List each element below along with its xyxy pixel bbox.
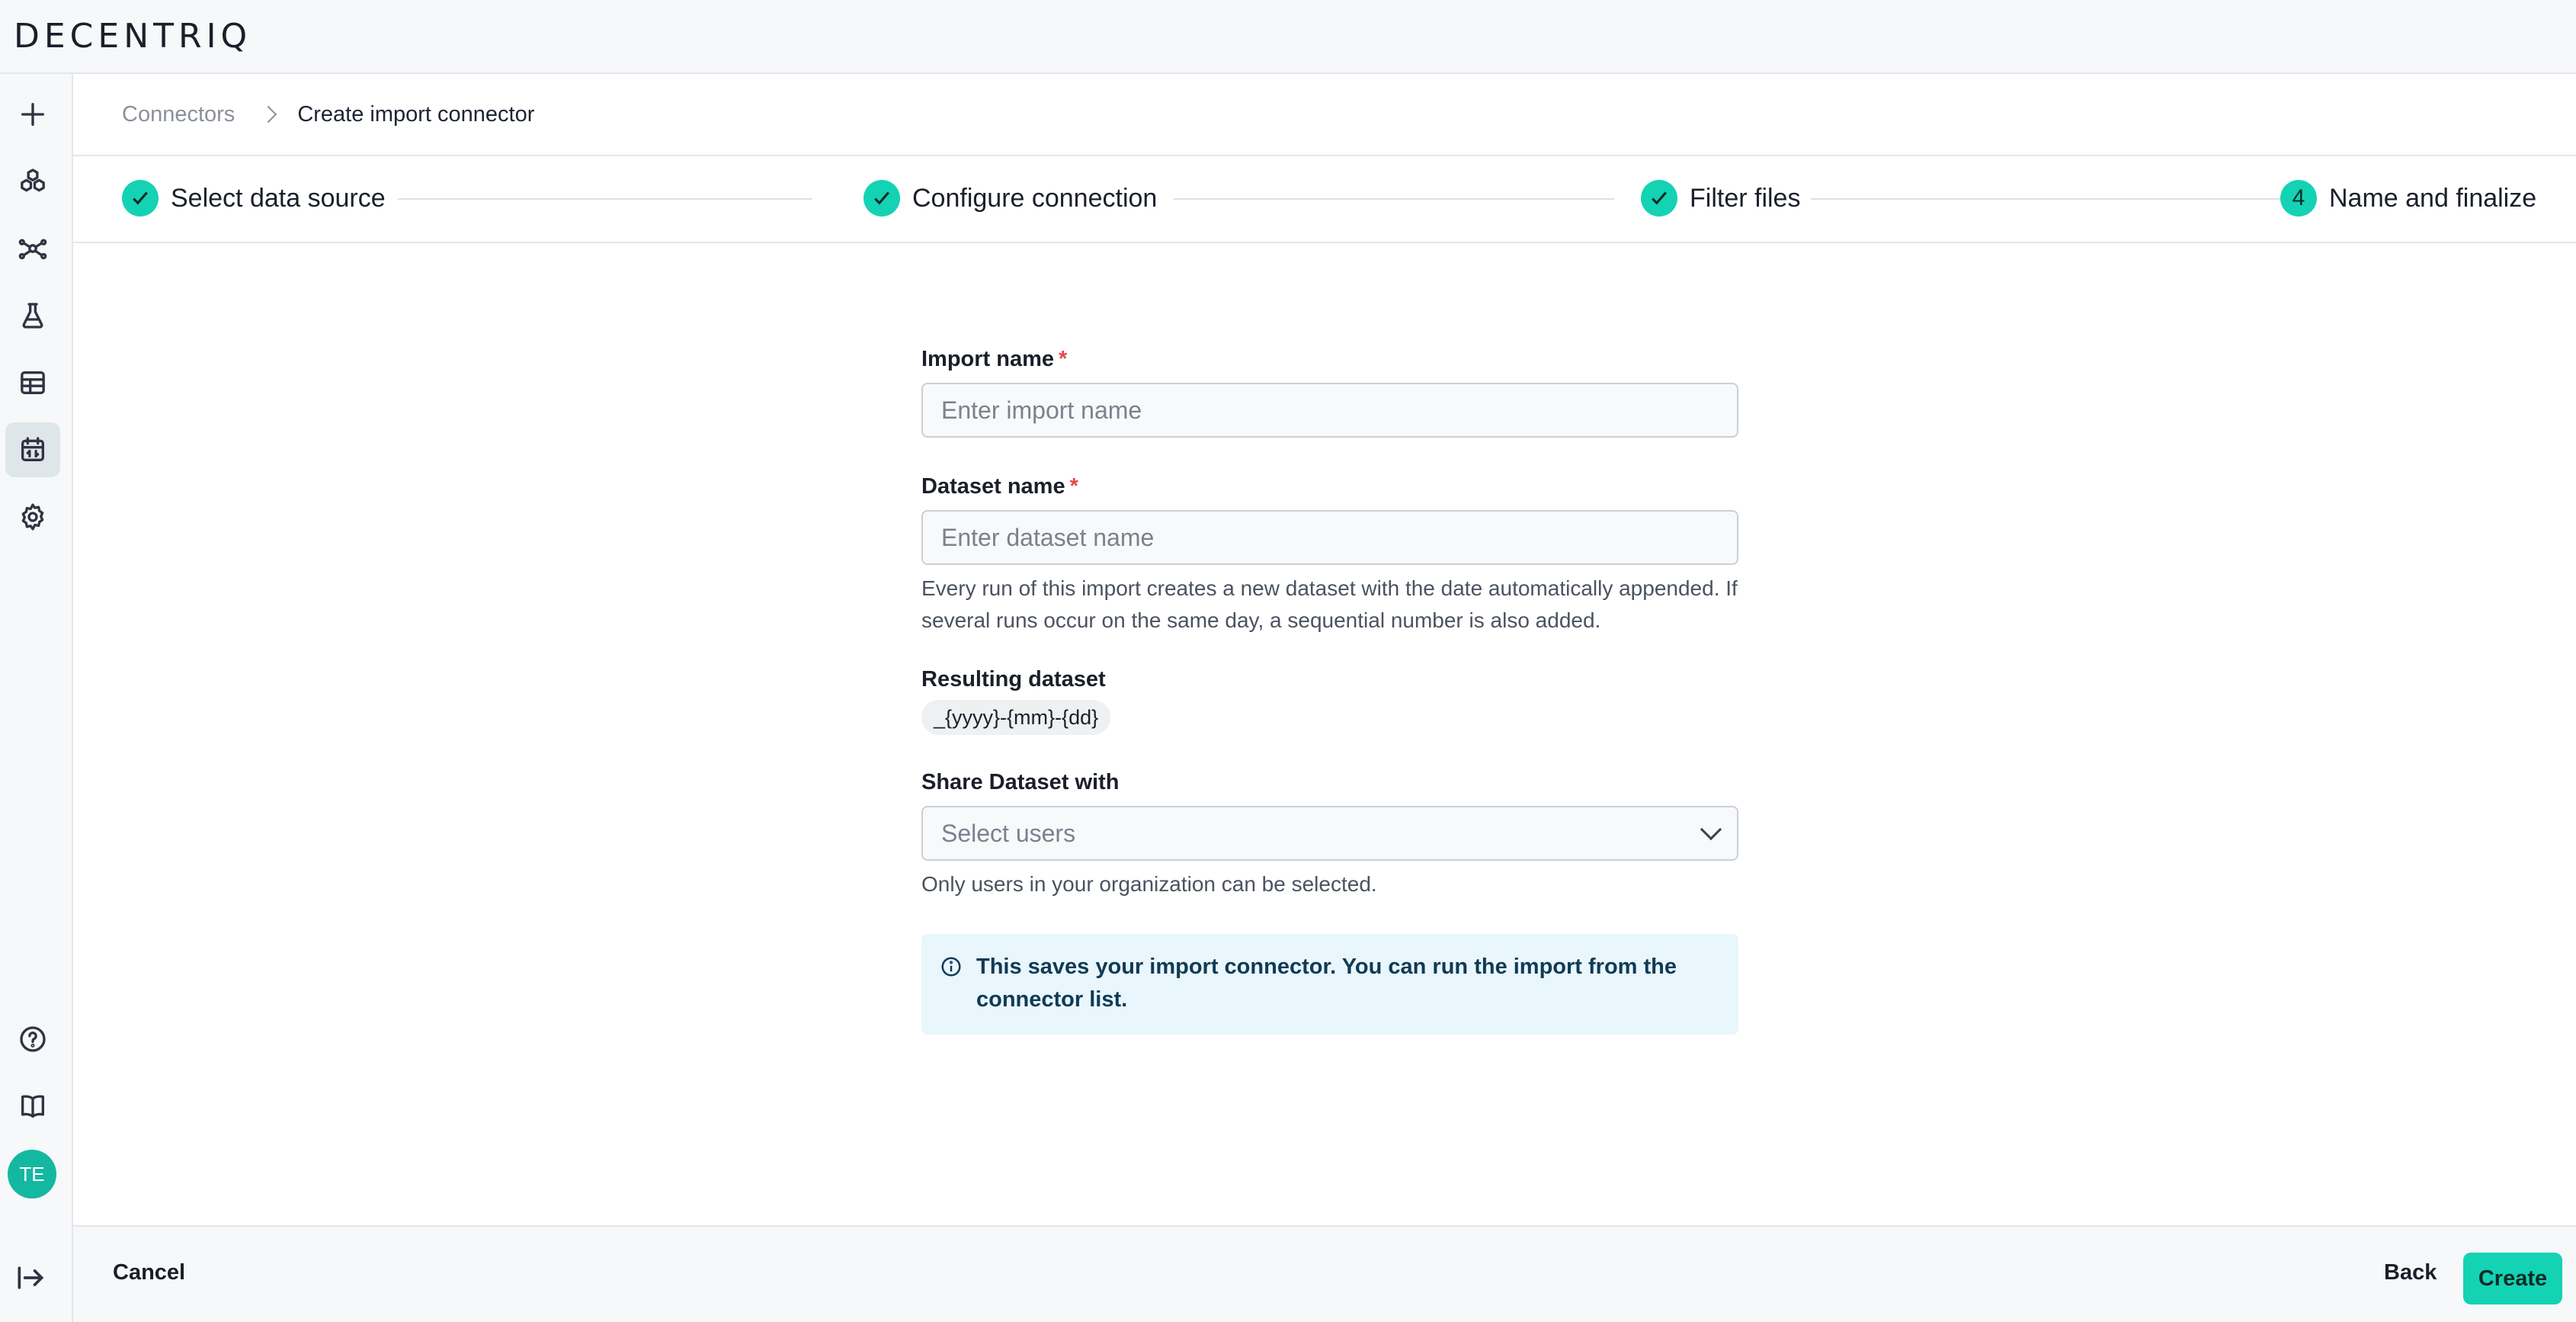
info-alert: This saves your import connector. You ca… [921,934,1738,1035]
flask-icon[interactable] [5,288,60,343]
required-marker: * [1069,474,1078,499]
step-label: Select data source [171,183,386,213]
breadcrumb: Connectors Create import connector [122,98,534,131]
cancel-button[interactable]: Cancel [113,1260,185,1285]
share-users-placeholder: Select users [941,819,1076,847]
step-label: Name and finalize [2329,183,2537,213]
info-icon [941,957,961,977]
connectors-icon[interactable] [5,422,60,477]
help-icon[interactable] [5,1012,60,1067]
back-button[interactable]: Back [2384,1260,2437,1285]
collapse-sidebar-icon[interactable] [14,1261,47,1295]
stepper: Select data source Configure connection … [73,156,2576,243]
resulting-dataset-label: Resulting dataset [921,667,1106,691]
footer-bar: Cancel Back Create [73,1225,2576,1322]
finalize-form: Import name * Enter import name Dataset n… [921,347,1738,1035]
import-name-label: Import name * [921,347,1068,371]
table-icon[interactable] [5,355,60,410]
sidebar: TE [0,74,73,1322]
breadcrumb-current: Create import connector [297,101,535,127]
gear-icon[interactable] [5,489,60,544]
resulting-dataset-chip: _{yyyy}-{mm}-{dd} [921,700,1111,735]
dataset-name-label: Dataset name * [921,474,1078,499]
import-name-placeholder: Enter import name [941,396,1142,424]
top-bar: DECENTRIQ [0,0,2576,74]
dataset-name-input[interactable]: Enter dataset name [921,510,1738,565]
step-connector [398,198,812,200]
book-icon[interactable] [5,1079,60,1134]
share-users-select[interactable]: Select users [921,806,1738,861]
step-number: 4 [2280,180,2317,217]
check-icon [863,180,900,217]
app-logo[interactable]: DECENTRIQ [14,17,252,56]
chevron-down-icon [1700,818,1722,841]
step-label: Configure connection [912,183,1158,213]
step-select-data-source: Select data source [122,179,395,217]
dataset-name-placeholder: Enter dataset name [941,523,1155,551]
dataset-name-help: Every run of this import creates a new d… [921,576,1738,632]
check-icon [1641,180,1677,217]
step-configure-connection: Configure connection [863,179,1167,217]
step-connector [1811,198,2344,200]
network-icon[interactable] [5,221,60,276]
step-connector [1174,198,1614,200]
step-label: Filter files [1690,183,1801,213]
datarooms-icon[interactable] [5,154,60,209]
required-marker: * [1059,347,1068,371]
step-name-and-finalize: 4 Name and finalize [2280,179,2546,217]
check-icon [122,180,159,217]
create-button[interactable]: Create [2463,1253,2562,1304]
info-text: This saves your import connector. You ca… [976,955,1677,1012]
chevron-right-icon [259,105,277,124]
breadcrumb-connectors[interactable]: Connectors [122,102,235,127]
import-name-input[interactable]: Enter import name [921,383,1738,438]
share-help: Only users in your organization can be s… [921,872,1377,896]
step-filter-files: Filter files [1641,179,1810,217]
plus-icon[interactable] [5,87,60,142]
avatar[interactable]: TE [8,1150,56,1198]
share-dataset-label: Share Dataset with [921,770,1120,794]
